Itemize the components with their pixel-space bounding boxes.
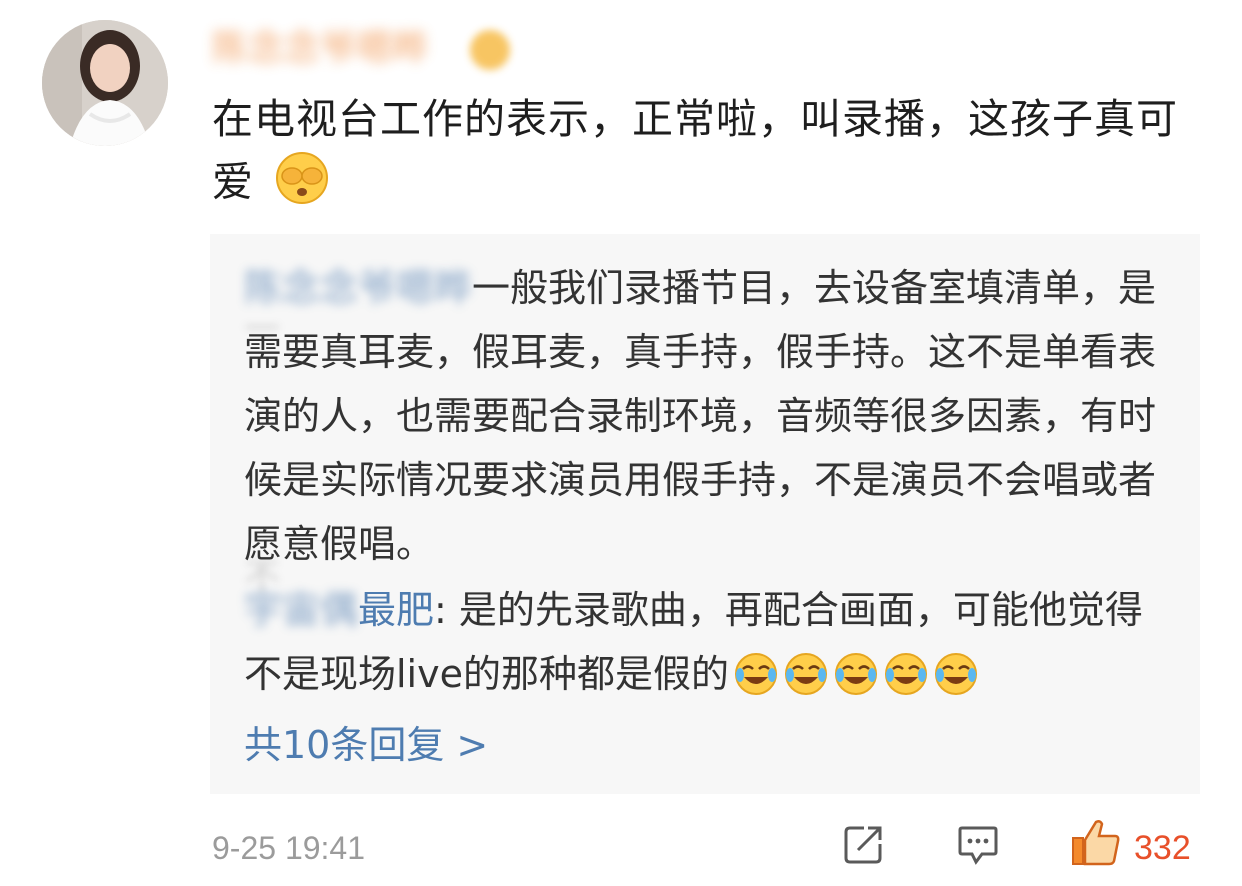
laugh-cry-emoji xyxy=(933,651,979,716)
emoji-row xyxy=(729,652,979,696)
comment-username[interactable]: 陈念念爷嗯晔 xyxy=(212,24,428,74)
reply-item: 宇宙偶最肥: 是的先录歌曲，再配合画面，可能他觉得不是现场live的那种都是假的 xyxy=(244,578,1174,716)
laugh-cry-emoji xyxy=(783,651,829,716)
comment-timestamp: 9-25 19:41 xyxy=(212,830,366,866)
laugh-cry-emoji xyxy=(733,651,779,716)
reply-button[interactable] xyxy=(956,822,1000,870)
reply-preview-box[interactable]: 一 不 陈念念爷嗯晔一般我们录播节目，去设备室填清单，是需要真耳麦，假耳麦，真手… xyxy=(210,234,1200,794)
laugh-cry-emoji xyxy=(883,651,929,716)
like-button[interactable] xyxy=(1070,818,1122,872)
avatar[interactable] xyxy=(42,20,168,146)
share-button[interactable] xyxy=(842,822,886,870)
reply-author-visible: 最肥 xyxy=(358,588,435,632)
comment-body: 在电视台工作的表示，正常啦，叫录播，这孩子真可爱 xyxy=(212,88,1212,223)
comment-icon xyxy=(958,826,998,865)
comment-text: 在电视台工作的表示，正常啦，叫录播，这孩子真可爱 xyxy=(212,95,1178,206)
laugh-cry-emoji xyxy=(833,651,879,716)
reply-author[interactable]: 陈念念爷嗯晔 xyxy=(244,266,472,310)
more-replies-link[interactable]: 共10条回复 > xyxy=(244,720,488,770)
like-count: 332 xyxy=(1134,829,1191,867)
reply-author-blurred: 宇宙偶 xyxy=(244,588,359,632)
shy-cover-face-emoji xyxy=(274,150,330,223)
reply-separator: : xyxy=(434,588,459,632)
reply-author[interactable]: 宇宙偶最肥 xyxy=(244,588,434,632)
share-icon xyxy=(844,826,882,864)
reply-item: 陈念念爷嗯晔一般我们录播节目，去设备室填清单，是需要真耳麦，假耳麦，真手持，假手… xyxy=(244,256,1174,576)
reply-text: 一般我们录播节目，去设备室填清单，是需要真耳麦，假耳麦，真手持，假手持。这不是单… xyxy=(244,266,1157,566)
thumbs-up-icon xyxy=(1072,820,1120,866)
vip-badge-icon xyxy=(470,30,510,70)
